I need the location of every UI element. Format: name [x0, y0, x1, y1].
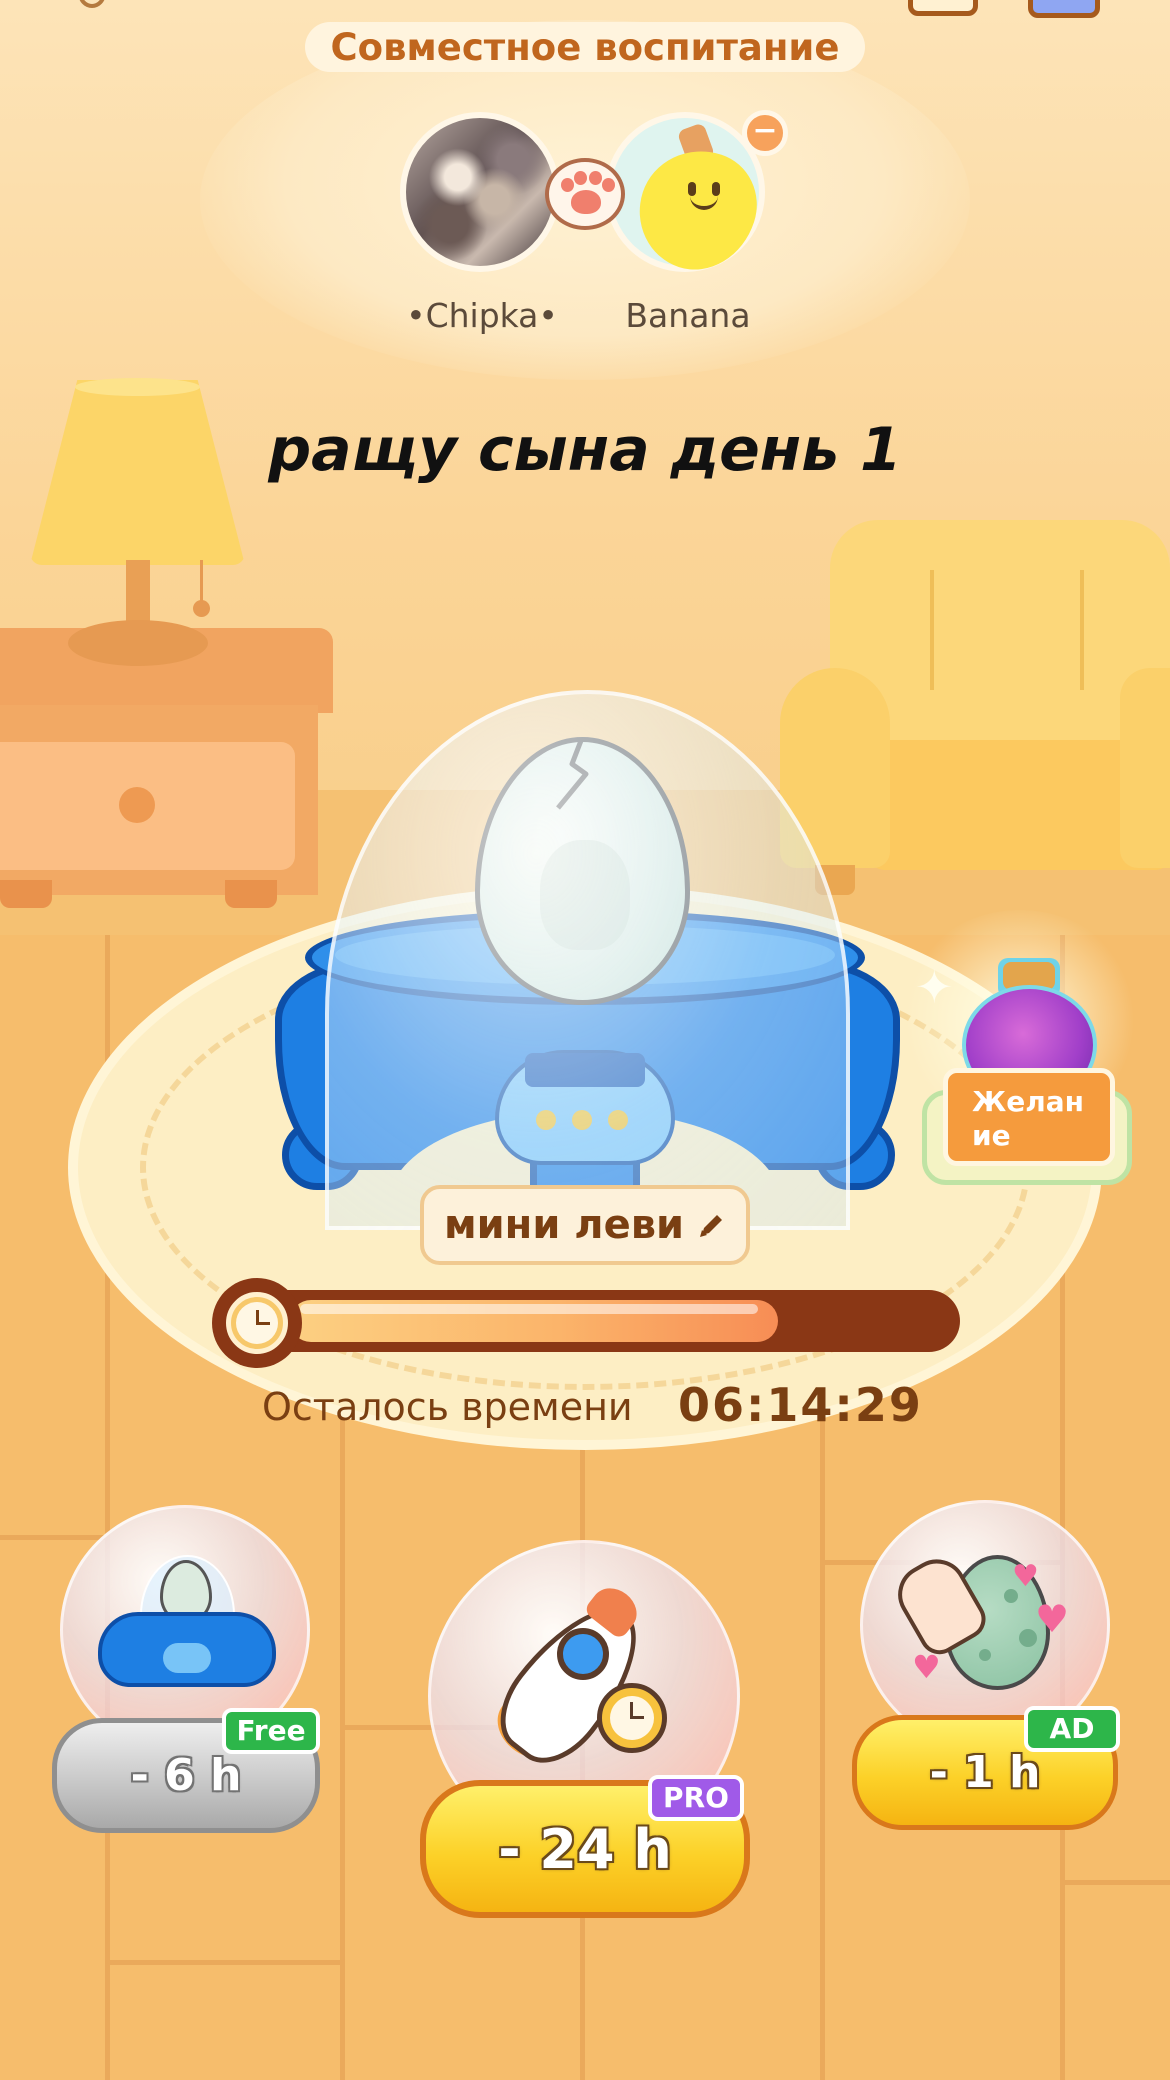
- clock-hand: [630, 1716, 644, 1719]
- card-icon[interactable]: [908, 0, 978, 16]
- sofa-seam: [930, 570, 934, 690]
- floor-plank-line: [0, 1535, 105, 1540]
- sparkle-icon: ✦: [915, 960, 954, 1014]
- avatar-chipka[interactable]: [400, 112, 560, 272]
- lamp-pull-knob: [193, 600, 210, 617]
- group-title[interactable]: ращу сына день 1: [200, 415, 970, 485]
- hatch-progress-shine: [300, 1304, 758, 1314]
- booster-free-label: - 6 h: [130, 1750, 242, 1801]
- time-remaining-value: 06:14:29: [678, 1378, 923, 1432]
- parent-name-chipka: •Chipka•: [406, 296, 558, 335]
- ad-badge: AD: [1024, 1706, 1120, 1752]
- banana-eye: [712, 182, 720, 196]
- sofa-seam: [1080, 570, 1084, 690]
- parent-name-banana: Banana: [625, 296, 751, 335]
- nightstand-knob: [119, 787, 155, 823]
- heart-icon: ♥: [1012, 1559, 1039, 1594]
- minus-icon[interactable]: −: [742, 110, 788, 156]
- time-remaining-label: Осталось времени: [262, 1385, 633, 1429]
- heart-icon: ♥: [1035, 1597, 1070, 1641]
- wish-label: Желание: [972, 1085, 1085, 1152]
- clock-hand: [256, 1322, 270, 1325]
- booster-pro-label: - 24 h: [498, 1817, 672, 1881]
- nightstand-leg: [0, 880, 52, 908]
- free-badge: Free: [222, 1708, 320, 1754]
- pencil-icon: [700, 1215, 723, 1237]
- rocket-window: [557, 1628, 609, 1680]
- lamp-pull-string: [200, 560, 203, 605]
- photo-icon[interactable]: [1028, 0, 1100, 18]
- heart-icon: ♥: [912, 1648, 941, 1686]
- pet-name: мини леви: [443, 1202, 685, 1248]
- booster-ad-label: - 1 h: [929, 1747, 1041, 1798]
- pro-badge: PRO: [648, 1775, 744, 1821]
- title-banner: Совместное воспитание: [305, 22, 865, 72]
- lamp-shade-top: [75, 378, 200, 396]
- lamp-base: [68, 620, 208, 666]
- paw-icon: [545, 158, 625, 230]
- pet-name-button[interactable]: мини леви: [420, 1185, 750, 1265]
- page-title: Совместное воспитание: [330, 25, 840, 69]
- nightstand-leg: [225, 880, 277, 908]
- mini-incubator-panel: [163, 1643, 211, 1673]
- sofa-armrest: [1120, 668, 1170, 868]
- floor-plank-line: [1060, 1880, 1170, 1885]
- floor-plank-line: [105, 1960, 340, 1965]
- wish-button[interactable]: Желание: [943, 1068, 1115, 1166]
- banana-eye: [688, 182, 696, 196]
